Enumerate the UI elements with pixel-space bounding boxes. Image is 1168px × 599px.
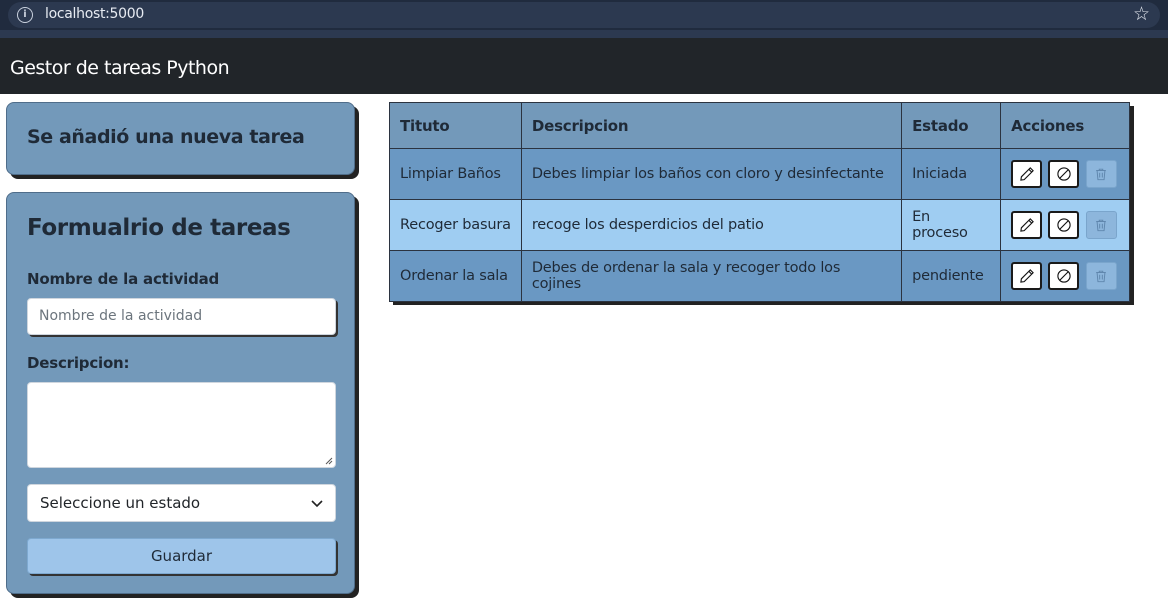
header-status: Estado [901, 102, 1002, 149]
block-icon [1057, 269, 1071, 283]
table-header-row: Tituto Descripcion Estado Acciones [389, 102, 1130, 149]
task-actions [1000, 199, 1130, 251]
task-title: Recoger basura [389, 199, 522, 251]
task-description: Debes de ordenar la sala y recoger todo … [520, 250, 903, 302]
url-text[interactable]: localhost:5000 [45, 6, 144, 22]
name-input[interactable]: Nombre de la actividad [27, 298, 336, 335]
browser-divider [0, 30, 1168, 38]
trash-icon [1096, 270, 1107, 283]
save-button[interactable]: Guardar [27, 538, 336, 574]
resize-handle-icon[interactable] [325, 457, 333, 465]
delete-button[interactable] [1085, 160, 1117, 188]
task-description: Debes limpiar los baños con cloro y desi… [520, 148, 903, 200]
task-description: recoge los desperdicios del patio [520, 199, 903, 251]
task-status: Iniciada [901, 148, 1002, 200]
form-title: Formualrio de tareas [27, 215, 291, 241]
task-form: Formualrio de tareas Nombre de la activi… [6, 192, 355, 594]
block-icon [1057, 218, 1071, 232]
alert-message: Se añadió una nueva tarea [27, 126, 305, 148]
task-status: pendiente [901, 250, 1002, 302]
app-navbar: Gestor de tareas Python [0, 38, 1168, 94]
cancel-task-button[interactable] [1048, 262, 1080, 290]
trash-icon [1096, 168, 1107, 181]
status-select[interactable]: Seleccione un estado [27, 484, 336, 522]
browser-toolbar: i localhost:5000 ☆ [0, 0, 1168, 30]
edit-button[interactable] [1011, 211, 1043, 239]
header-description: Descripcion [520, 102, 903, 149]
task-actions [1000, 250, 1130, 302]
description-textarea[interactable] [27, 382, 336, 468]
description-label: Descripcion: [27, 354, 130, 372]
header-actions: Acciones [1000, 102, 1130, 149]
task-status: En proceso [901, 199, 1002, 251]
table-row: Limpiar Baños Debes limpiar los baños co… [389, 148, 1130, 200]
delete-button[interactable] [1085, 211, 1117, 239]
tasks-table: Tituto Descripcion Estado Acciones Limpi… [389, 102, 1130, 302]
edit-button[interactable] [1011, 160, 1043, 188]
status-select-value: Seleccione un estado [40, 494, 201, 512]
address-bar[interactable] [8, 2, 1160, 28]
cancel-task-button[interactable] [1048, 211, 1080, 239]
header-title: Tituto [389, 102, 522, 149]
name-label: Nombre de la actividad [27, 270, 220, 288]
success-alert: Se añadió una nueva tarea [6, 102, 355, 175]
task-title: Limpiar Baños [389, 148, 522, 200]
delete-button[interactable] [1085, 262, 1117, 290]
edit-button[interactable] [1011, 262, 1043, 290]
info-icon[interactable]: i [17, 7, 33, 23]
chevron-down-icon [311, 500, 323, 508]
task-actions [1000, 148, 1130, 200]
table-row: Recoger basura recoge los desperdicios d… [389, 199, 1130, 251]
trash-icon [1096, 219, 1107, 232]
task-title: Ordenar la sala [389, 250, 522, 302]
pencil-icon [1019, 167, 1034, 181]
cancel-task-button[interactable] [1048, 160, 1080, 188]
star-icon[interactable]: ☆ [1133, 3, 1150, 25]
pencil-icon [1019, 269, 1034, 283]
block-icon [1057, 167, 1071, 181]
table-row: Ordenar la sala Debes de ordenar la sala… [389, 250, 1130, 302]
pencil-icon [1019, 218, 1034, 232]
navbar-brand[interactable]: Gestor de tareas Python [10, 57, 230, 79]
